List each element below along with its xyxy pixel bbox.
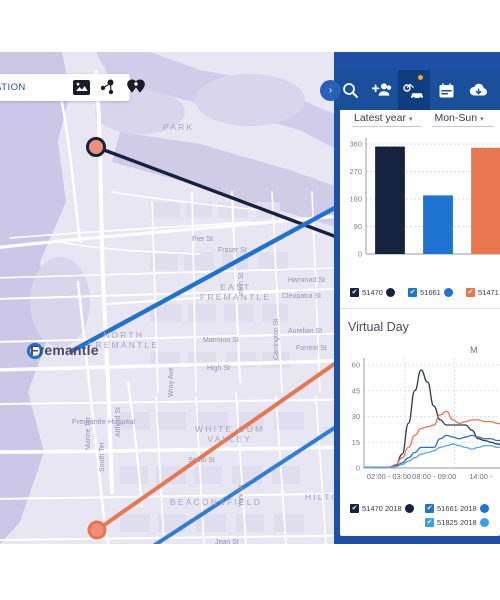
legend-label: 51661 2018: [437, 504, 477, 513]
add-people-button[interactable]: [366, 70, 398, 110]
svg-text:45: 45: [352, 386, 360, 395]
image-layer-icon[interactable]: [72, 78, 91, 97]
svg-text:180: 180: [349, 195, 362, 204]
legend-color-dot: [479, 504, 489, 513]
bar: [471, 147, 500, 254]
download-button[interactable]: [462, 70, 494, 110]
node-51470: [86, 137, 106, 157]
period-dropdown-value: Latest year: [354, 112, 406, 124]
legend-color-dot: [479, 518, 489, 527]
legend-checkbox[interactable]: ✔: [466, 288, 475, 297]
cloud-download-icon: [469, 83, 487, 96]
legend-item[interactable]: ✔ 51661: [408, 288, 453, 297]
svg-text:0: 0: [356, 464, 360, 473]
line-chart-svg: 0 15 30 45 60 02:00 - 03:00 08:00 - 09:00 14:00…: [352, 358, 500, 481]
legend-item[interactable]: ✔ 51661 2018: [425, 504, 489, 513]
bar-chart[interactable]: 0 90 180 270 360: [340, 132, 500, 284]
panel-expand-button[interactable]: ›: [320, 80, 341, 101]
legend-checkbox[interactable]: ✔: [425, 504, 434, 513]
legend-label: 51470: [362, 288, 383, 297]
node-51471: [87, 520, 107, 540]
legend-checkbox[interactable]: ✔: [425, 518, 434, 527]
line-chart[interactable]: 0 15 30 45 60 02:00 - 03:00 08:00 - 09:00 14:00…: [340, 352, 500, 498]
legend-checkbox[interactable]: ✔: [350, 504, 359, 513]
node-51661: [26, 342, 44, 360]
svg-text:08:00 - 09:00: 08:00 - 09:00: [412, 472, 456, 481]
svg-text:0: 0: [358, 250, 362, 259]
legend-item[interactable]: ✔ 51471: [466, 288, 500, 297]
map-pins-icon[interactable]: [126, 78, 145, 97]
svg-text:30: 30: [352, 412, 360, 421]
legend-checkbox[interactable]: ✔: [350, 288, 359, 297]
panel-toolbar: [334, 70, 500, 110]
panel-bottom-border: [334, 536, 500, 539]
bike-car-icon: [403, 83, 423, 99]
chevron-down-icon: ▾: [480, 116, 484, 123]
svg-text:270: 270: [349, 167, 362, 176]
classification-label: CLASSIFICATION: [0, 82, 26, 93]
mode-transport-button[interactable]: [398, 70, 430, 110]
legend-label: 51471: [478, 288, 499, 297]
panel-divider: [340, 308, 500, 309]
svg-text:02:00 - 03:00: 02:00 - 03:00: [367, 472, 411, 481]
legend-checkbox[interactable]: ✔: [408, 288, 417, 297]
legend-color-dot: [404, 504, 414, 513]
svg-text:14:00 -: 14:00 -: [469, 472, 493, 481]
bar-chart-svg: 0 90 180 270 360: [349, 138, 500, 259]
period-dropdown[interactable]: Latest year ▾: [352, 112, 423, 127]
magnifier-icon: [342, 82, 358, 98]
svg-text:360: 360: [349, 140, 362, 149]
days-dropdown[interactable]: Mon-Sun ▾: [432, 112, 494, 127]
legend-item[interactable]: ✔ 51825 2018: [425, 518, 489, 527]
svg-text:60: 60: [352, 360, 360, 369]
notification-badge-dot: [418, 75, 423, 80]
legend-item[interactable]: ✔ 51470 2018: [350, 504, 414, 513]
calendar-button[interactable]: [430, 70, 462, 110]
legend-label: 51470 2018: [362, 504, 402, 513]
svg-text:15: 15: [352, 438, 360, 447]
calendar-icon: [439, 82, 453, 97]
series-line: [364, 369, 500, 468]
network-nodes-icon[interactable]: [99, 78, 118, 97]
bar: [423, 195, 453, 254]
legend-color-dot: [385, 288, 395, 297]
chevron-down-icon: ▾: [408, 116, 413, 123]
legend-label: 51661: [420, 288, 441, 297]
app-screen: NORTH FREMANTLE EAST FREMANTLE WHITE GUM VALL…: [0, 0, 500, 600]
legend-label: 51825 2018: [437, 518, 477, 527]
add-users-icon: [372, 83, 392, 96]
svg-text:90: 90: [354, 222, 362, 231]
bar: [375, 146, 405, 254]
filter-row: Latest year ▾ Mon-Sun ▾: [352, 112, 494, 127]
legend-item[interactable]: ✔ 51470: [350, 288, 395, 297]
days-dropdown-value: Mon-Sun: [434, 112, 478, 124]
legend-color-dot: [443, 288, 453, 297]
virtual-day-title: Virtual Day: [348, 320, 409, 334]
